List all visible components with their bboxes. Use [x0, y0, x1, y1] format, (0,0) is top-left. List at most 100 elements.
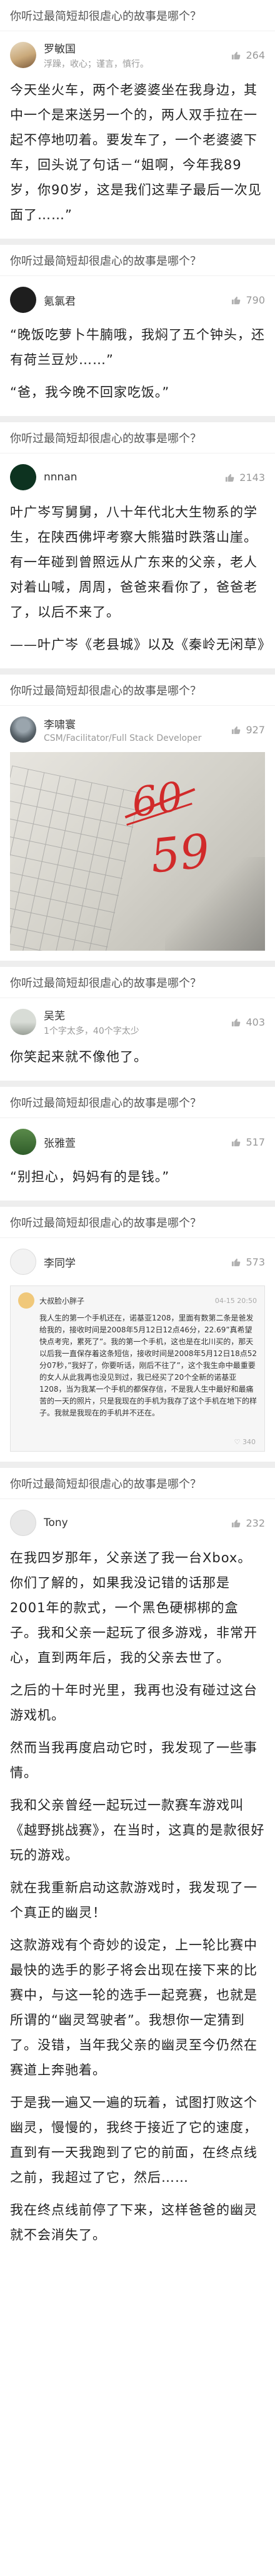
question-title[interactable]: 你听过最简短却很虐心的故事是哪个？ [10, 1214, 201, 1231]
vote-count[interactable]: 927 [231, 724, 265, 736]
question-title[interactable]: 你听过最简短却很虐心的故事是哪个？ [10, 252, 201, 269]
question-bar[interactable]: 你听过最简短却很虐心的故事是哪个？ [0, 422, 275, 453]
author-bio: 1个字太多，40个字太少 [44, 1026, 139, 1036]
question-title[interactable]: 你听过最简短却很虐心的故事是哪个？ [10, 1475, 201, 1492]
author-row: 李啸寰 CSM/Facilitator/Full Stack Developer… [10, 713, 265, 746]
separator [0, 1081, 275, 1087]
question-bar[interactable]: 你听过最简短却很虐心的故事是哪个？ [0, 1468, 275, 1499]
question-title[interactable]: 你听过最简短却很虐心的故事是哪个？ [10, 974, 201, 991]
vote-count[interactable]: 573 [231, 1256, 265, 1268]
question-title[interactable]: 你听过最简短却很虐心的故事是哪个？ [10, 430, 201, 446]
answer-paragraph: 然而当我再度启动它时，我发现了一些事情。 [10, 1740, 258, 1780]
vote-count[interactable]: 232 [231, 1517, 265, 1529]
author-name[interactable]: 罗敏国 [44, 40, 231, 56]
answer-body[interactable]: “别担心，妈妈有的是钱。” [10, 1164, 265, 1189]
answer-card: 吴芜 1个字太多，40个字太少 403 你笑起来就不像他了。 [0, 998, 275, 1081]
question-bar[interactable]: 你听过最简短却很虐心的故事是哪个？ [0, 0, 275, 31]
thumbs-up-icon [232, 51, 241, 59]
thumbs-up-icon [232, 1258, 241, 1266]
answer-body[interactable]: 在我四岁那年，父亲送了我一台Xbox。你们了解的，如果我没记错的话那是2001年… [10, 1545, 265, 2247]
vote-number: 573 [246, 1256, 265, 1268]
answer-paragraph: 就在我重新启动这款游戏时，我发现了一个真正的幽灵！ [10, 1880, 258, 1920]
author-name[interactable]: 李同学 [44, 1254, 231, 1270]
like-icon: ♡ [234, 1438, 242, 1446]
question-bar[interactable]: 你听过最简短却很虐心的故事是哪个？ [0, 675, 275, 706]
answer-paragraph: “爸，我今晚不回家吃饭。” [10, 385, 170, 400]
answer-body[interactable]: “晚饭吃萝卜牛腩哦，我焖了五个钟头，还有荷兰豆炒……” “爸，我今晚不回家吃饭。… [10, 322, 265, 405]
answer-paragraph: 今天坐火车，两个老婆婆坐在我身边，其中一个是来送另一个的，两人双手拉在一起不停地… [10, 82, 262, 222]
vote-number: 790 [246, 294, 265, 306]
answer-paragraph: 叶广岑写舅舅，八十年代北大生物系的学生，在陕西佛坪考察大熊猫时跌落山崖。有一年碰… [10, 505, 258, 620]
question-title[interactable]: 你听过最简短却很虐心的故事是哪个？ [10, 7, 201, 24]
photo-shadow [165, 857, 265, 951]
avatar[interactable] [10, 1009, 36, 1035]
thumbs-up-icon [226, 473, 234, 482]
separator [0, 1462, 275, 1468]
vote-count[interactable]: 2143 [225, 472, 265, 483]
question-bar[interactable]: 你听过最简短却很虐心的故事是哪个？ [0, 1207, 275, 1238]
answer-card: 氪氯君 790 “晚饭吃萝卜牛腩哦，我焖了五个钟头，还有荷兰豆炒……” “爸，我… [0, 276, 275, 416]
answer-paragraph: 之后的十年时光里，我再也没有碰过这台游戏机。 [10, 1683, 258, 1723]
author-name[interactable]: Tony [44, 1517, 231, 1529]
author-name[interactable]: 张雅萱 [44, 1134, 231, 1150]
screenshot-username: 大叔脸小胖子 [39, 1296, 85, 1305]
question-bar[interactable]: 你听过最简短却很虐心的故事是哪个？ [0, 967, 275, 998]
vote-count[interactable]: 264 [231, 49, 265, 61]
answer-card: nnnan 2143 叶广岑写舅舅，八十年代北大生物系的学生，在陕西佛坪考察大熊… [0, 453, 275, 668]
answer-body[interactable]: 你笑起来就不像他了。 [10, 1044, 265, 1069]
exam-paper-photo[interactable]: 60 59 [10, 752, 265, 951]
avatar[interactable] [10, 464, 36, 490]
vote-number: 264 [246, 49, 265, 61]
question-bar[interactable]: 你听过最简短却很虐心的故事是哪个？ [0, 245, 275, 276]
answer-paragraph: 我和父亲曾经一起玩过一款赛车游戏叫《越野挑战赛》，在当时，这真的是款很好玩的游戏… [10, 1798, 265, 1863]
vote-number: 2143 [239, 471, 265, 483]
avatar[interactable] [10, 716, 36, 743]
answer-body[interactable]: 今天坐火车，两个老婆婆坐在我身边，其中一个是来送另一个的，两人双手拉在一起不停地… [10, 77, 265, 227]
separator [0, 416, 275, 422]
avatar[interactable] [10, 1510, 36, 1536]
question-bar[interactable]: 你听过最简短却很虐心的故事是哪个？ [0, 1087, 275, 1118]
embedded-screenshot[interactable]: 大叔脸小胖子 04-15 20:50 我人生的第一个手机还在，诺基亚1208，里… [10, 1286, 265, 1452]
avatar[interactable] [10, 1249, 36, 1275]
author-bio: CSM/Facilitator/Full Stack Developer [44, 733, 202, 743]
author-name[interactable]: 氪氯君 [44, 292, 231, 308]
author-name[interactable]: 李啸寰 [44, 716, 231, 731]
vote-number: 517 [246, 1136, 265, 1148]
crossed-out-score: 60 [129, 773, 186, 827]
answer-card: 罗敏国 浮躁，收心；谨言，慎行。 264 今天坐火车，两个老婆婆坐在我身边，其中… [0, 31, 275, 239]
thumbs-up-icon [232, 1519, 241, 1527]
avatar[interactable] [10, 287, 36, 313]
vote-number: 403 [246, 1016, 265, 1028]
thumbs-up-icon [232, 726, 241, 734]
thumbs-up-icon [232, 1018, 241, 1026]
author-bio: 浮躁，收心；谨言，慎行。 [44, 59, 149, 69]
vote-count[interactable]: 517 [231, 1136, 265, 1148]
thumbs-up-icon [232, 1138, 241, 1146]
answer-card: 张雅萱 517 “别担心，妈妈有的是钱。” [0, 1118, 275, 1201]
author-name[interactable]: 吴芜 [44, 1007, 231, 1023]
vote-count[interactable]: 403 [231, 1016, 265, 1028]
vote-number: 232 [246, 1517, 265, 1529]
screenshot-likes: ♡ 340 [234, 1438, 256, 1446]
author-row: 吴芜 1个字太多，40个字太少 403 [10, 1006, 265, 1038]
author-row: Tony 232 [10, 1507, 265, 1539]
author-row: 罗敏国 浮躁，收心；谨言，慎行。 264 [10, 39, 265, 71]
avatar[interactable] [10, 42, 36, 68]
question-title[interactable]: 你听过最简短却很虐心的故事是哪个？ [10, 1094, 201, 1111]
answer-body[interactable]: 叶广岑写舅舅，八十年代北大生物系的学生，在陕西佛坪考察大熊猫时跌落山崖。有一年碰… [10, 500, 271, 657]
answer-paragraph: ——叶广岑《老县城》以及《秦岭无闲草》 [10, 637, 271, 652]
separator [0, 1201, 275, 1207]
answer-paragraph: 这款游戏有个奇妙的设定，上一轮比赛中最快的选手的影子将会出现在接下来的比赛中，与… [10, 1938, 258, 2078]
answer-paragraph: “别担心，妈妈有的是钱。” [10, 1169, 170, 1184]
answer-paragraph: 你笑起来就不像他了。 [10, 1049, 148, 1064]
answer-sheet-grid [10, 765, 141, 951]
vote-count[interactable]: 790 [231, 294, 265, 306]
answer-paragraph: 在我四岁那年，父亲送了我一台Xbox。你们了解的，如果我没记错的话那是2001年… [10, 1550, 258, 1665]
vote-number: 927 [246, 723, 265, 736]
avatar[interactable] [10, 1129, 36, 1155]
author-row: 李同学 573 [10, 1246, 265, 1278]
author-name[interactable]: nnnan [44, 471, 225, 483]
question-title[interactable]: 你听过最简短却很虐心的故事是哪个？ [10, 682, 201, 698]
author-row: 张雅萱 517 [10, 1126, 265, 1158]
thumbs-up-icon [232, 296, 241, 304]
